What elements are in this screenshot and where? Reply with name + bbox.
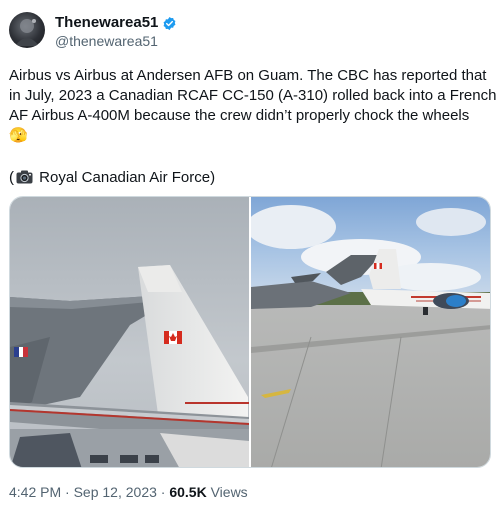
tweet-meta: 4:42 PM · Sep 12, 2023 · 60.5K Views [9, 484, 248, 501]
tweet-text-line: in July, 2023 a Canadian RCAF CC-150 (A-… [9, 87, 497, 104]
media-grid[interactable] [9, 196, 491, 468]
peeking-emoji: 🫣 [9, 127, 28, 144]
tweet-header: Thenewarea51 @thenewarea51 [9, 12, 489, 52]
avatar[interactable] [9, 12, 45, 48]
author-block: Thenewarea51 @thenewarea51 [55, 14, 177, 50]
meta-separator: · [156, 484, 170, 500]
views-count: 60.5K [169, 484, 207, 500]
tweet-text-line: Airbus vs Airbus at Andersen AFB on Guam… [9, 67, 487, 84]
credit-open-paren: ( [9, 169, 14, 186]
author-handle[interactable]: @thenewarea51 [55, 33, 177, 50]
tweet-time[interactable]: 4:42 PM [9, 484, 61, 500]
views-label: Views [206, 484, 248, 500]
tweet-text-line: AF Airbus A-400M because the crew didn’t… [9, 107, 470, 124]
tweet-date[interactable]: Sep 12, 2023 [74, 484, 157, 500]
aircraft-on-ramp-photo[interactable] [246, 197, 490, 467]
credit-text: Royal Canadian Air Force) [35, 169, 216, 186]
tweet-text: Airbus vs Airbus at Andersen AFB on Guam… [9, 66, 497, 146]
meta-separator: · [61, 484, 74, 500]
verified-badge-icon [162, 16, 177, 31]
camera-icon [16, 170, 33, 184]
photo-credit: ( Royal Canadian Air Force) [9, 168, 215, 188]
aircraft-tails-photo[interactable] [10, 197, 249, 467]
display-name[interactable]: Thenewarea51 [55, 14, 158, 32]
